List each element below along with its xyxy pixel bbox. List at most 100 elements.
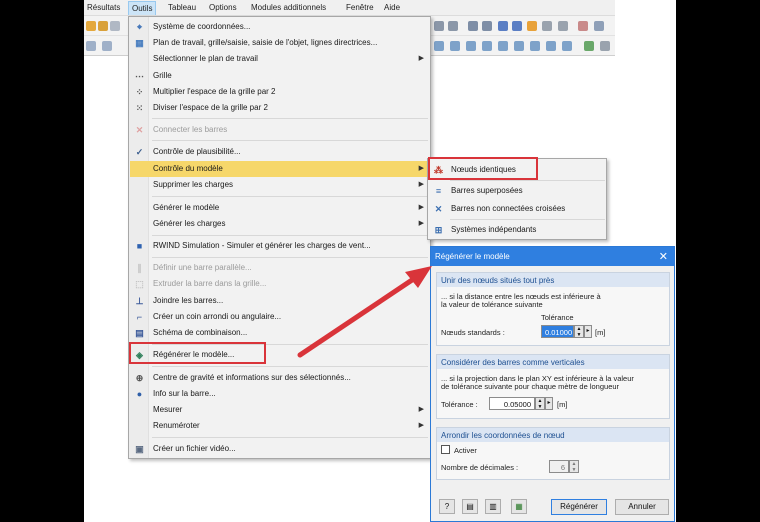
standard-nodes-tolerance-input[interactable]: 0.01000 — [541, 325, 574, 338]
menu-item-grid-divide[interactable]: ⁙ Diviser l'espace de la grille par 2 — [130, 100, 429, 116]
group-round-coordinates: Arrondir les coordonnées de nœud Activer… — [436, 427, 670, 480]
menu-item-center-of-gravity[interactable]: ⊕ Centre de gravité et informations sur … — [130, 370, 429, 386]
menu-resultats[interactable]: Résultats — [87, 3, 120, 12]
submenu-item-crossing-members[interactable]: ✕ Barres non connectées croisées — [429, 200, 607, 218]
spinner-updown-icon[interactable]: ▲ ▼ — [569, 460, 579, 473]
toolbar-icon[interactable] — [558, 21, 568, 31]
menu-item-round-corner[interactable]: ⌐ Créer un coin arrondi ou angulaire... — [130, 309, 429, 325]
menu-separator — [152, 437, 428, 438]
group-description: de tolérance suivante pour chaque mètre … — [441, 382, 620, 391]
menu-modules[interactable]: Modules additionnels — [251, 3, 326, 12]
toolbar-icon[interactable] — [594, 21, 604, 31]
grid-icon: ⋯ — [135, 71, 144, 81]
vertical-tolerance-input[interactable]: 0.05000 — [489, 397, 535, 410]
toolbar-icon[interactable] — [530, 41, 540, 51]
menu-outils[interactable]: Outils — [128, 1, 157, 15]
menu-item-measure[interactable]: Mesurer ▶ — [130, 402, 429, 418]
toolbar-icon[interactable] — [450, 41, 460, 51]
toolbar-icon[interactable] — [102, 41, 112, 51]
work-plane-icon: ▦ — [135, 38, 144, 48]
submenu-arrow-icon: ▶ — [418, 422, 424, 429]
toolbar-icon[interactable] — [562, 41, 572, 51]
menu-item-extrude-member[interactable]: ⬚ Extruder la barre dans la grille... — [130, 276, 429, 292]
unit-label: [m] — [557, 400, 568, 409]
toolbar-icon[interactable] — [527, 21, 537, 31]
menu-item-grid-multiply[interactable]: ⁘ Multiplier l'espace de la grille par 2 — [130, 84, 429, 100]
group-vertical-members: Considérer des barres comme verticales .… — [436, 354, 670, 419]
toolbar-icon[interactable] — [434, 41, 444, 51]
menu-item-join-members[interactable]: ⊥ Joindre les barres... — [130, 293, 429, 309]
menu-options[interactable]: Options — [209, 3, 237, 12]
menu-item-plausibility-check[interactable]: ✓ Contrôle de plausibilité... — [130, 144, 429, 160]
submenu-item-overlapping-members[interactable]: ≡ Barres superposées — [429, 182, 607, 200]
menu-item-combination-scheme[interactable]: ▤ Schéma de combinaison... — [130, 325, 429, 341]
toolbar-icon[interactable] — [498, 41, 508, 51]
toolbar-icon[interactable] — [578, 21, 588, 31]
menu-separator — [450, 219, 605, 220]
toolbar-icon[interactable] — [482, 41, 492, 51]
submenu-item-independent-systems[interactable]: ⊞ Systèmes indépendants — [429, 221, 607, 239]
outils-menu: ⌖ Système de coordonnées... ▦ Plan de tr… — [128, 16, 431, 459]
submenu-arrow-icon: ▶ — [418, 165, 424, 172]
menu-item-generate-model[interactable]: Générer le modèle ▶ — [130, 200, 429, 216]
toolbar-icon[interactable] — [546, 41, 556, 51]
toolbar-icon[interactable] — [86, 41, 96, 51]
activate-checkbox[interactable] — [441, 445, 450, 454]
toolbar-icon[interactable] — [498, 21, 508, 31]
menu-item-work-plane[interactable]: ▦ Plan de travail, grille/saisie, saisie… — [130, 35, 429, 51]
menu-item-coordinate-system[interactable]: ⌖ Système de coordonnées... — [130, 19, 429, 35]
join-members-icon: ⊥ — [135, 296, 144, 306]
toolbar-icon[interactable] — [468, 21, 478, 31]
save-defaults-icon[interactable]: ▥ — [485, 499, 501, 514]
annotation-box-identical-nodes — [428, 157, 538, 180]
crossing-members-icon: ✕ — [434, 204, 443, 214]
regenerate-button[interactable]: Régénérer — [551, 499, 607, 515]
help-icon[interactable]: ? — [439, 499, 455, 514]
menu-item-select-work-plane[interactable]: Sélectionner le plan de travail ▶ — [130, 51, 429, 67]
menu-item-model-check[interactable]: Contrôle du modèle ▶ — [130, 161, 429, 177]
units-icon[interactable]: ▦ — [511, 499, 527, 514]
toolbar-icon[interactable] — [466, 41, 476, 51]
menu-item-connect-members[interactable]: ✕ Connecter les barres — [130, 122, 429, 138]
menu-aide[interactable]: Aide — [384, 3, 400, 12]
picker-arrow-icon[interactable]: ▸ — [545, 397, 553, 410]
toolbar-icon[interactable] — [482, 21, 492, 31]
group-description: la valeur de tolérance suivante — [441, 300, 543, 309]
load-defaults-icon[interactable]: ▤ — [462, 499, 478, 514]
menu-item-renumber[interactable]: Renuméroter ▶ — [130, 418, 429, 434]
spinner-updown-icon[interactable]: ▲ ▼ — [535, 397, 545, 410]
rwind-icon: ■ — [136, 241, 143, 251]
menu-item-delete-loads[interactable]: Supprimer les charges ▶ — [130, 177, 429, 193]
submenu-arrow-icon: ▶ — [418, 220, 424, 227]
toolbar-icon[interactable] — [110, 21, 120, 31]
coordinate-system-icon: ⌖ — [136, 22, 143, 32]
toolbar-icon[interactable] — [98, 21, 108, 31]
dialog-titlebar: Régénérer le modèle ✕ — [431, 247, 674, 266]
toolbar-icon[interactable] — [512, 21, 522, 31]
toolbar-icon[interactable] — [584, 41, 594, 51]
spinner-updown-icon[interactable]: ▲ ▼ — [574, 325, 584, 338]
regenerate-model-dialog: Régénérer le modèle ✕ Unir des nœuds sit… — [430, 246, 675, 522]
close-icon[interactable]: ✕ — [659, 250, 668, 263]
menubar: Résultats Outils Tableau Options Modules… — [84, 0, 615, 16]
menu-item-video-file[interactable]: ▣ Créer un fichier vidéo... — [130, 441, 429, 457]
toolbar-icon[interactable] — [86, 21, 96, 31]
toolbar-icon[interactable] — [514, 41, 524, 51]
menu-item-grid[interactable]: ⋯ Grille — [130, 68, 429, 84]
independent-systems-icon: ⊞ — [434, 225, 443, 235]
menu-separator — [152, 235, 428, 236]
decimals-input[interactable]: 6 — [549, 460, 569, 473]
toolbar-icon[interactable] — [542, 21, 552, 31]
menu-item-parallel-member[interactable]: ∥ Définir une barre parallèle... — [130, 260, 429, 276]
tolerance-column-header: Tolérance — [541, 313, 574, 322]
menu-item-generate-loads[interactable]: Générer les charges ▶ — [130, 216, 429, 232]
cancel-button[interactable]: Annuler — [615, 499, 669, 515]
toolbar-icon[interactable] — [448, 21, 458, 31]
menu-tableau[interactable]: Tableau — [168, 3, 196, 12]
toolbar-icon[interactable] — [600, 41, 610, 51]
menu-fenetre[interactable]: Fenêtre — [346, 3, 374, 12]
picker-arrow-icon[interactable]: ▸ — [584, 325, 592, 338]
toolbar-icon[interactable] — [434, 21, 444, 31]
menu-item-member-info[interactable]: ● Info sur la barre... — [130, 386, 429, 402]
menu-item-rwind[interactable]: ■ RWIND Simulation - Simuler et générer … — [130, 238, 429, 254]
